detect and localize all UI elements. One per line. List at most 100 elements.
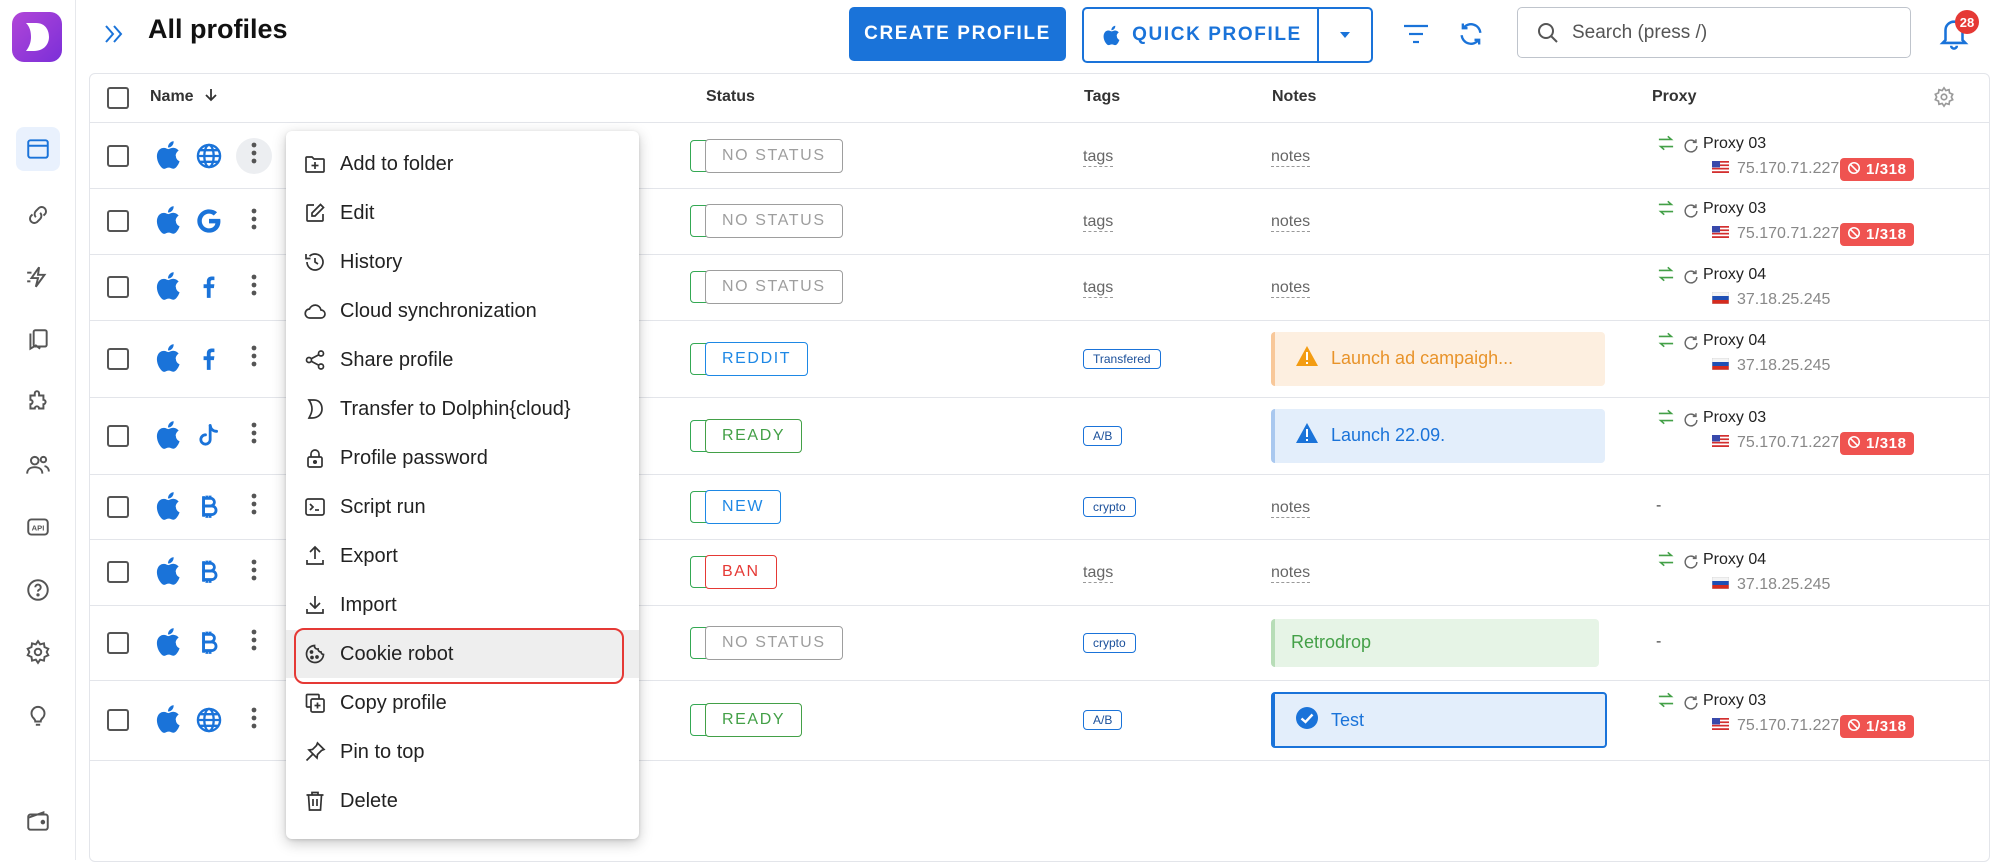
refresh-button[interactable] <box>1455 18 1487 50</box>
row-checkbox[interactable] <box>107 210 129 232</box>
proxy-swap-icon[interactable] <box>1657 692 1675 710</box>
row-menu-button[interactable] <box>236 341 272 377</box>
note-box-success[interactable]: Retrodrop <box>1271 618 1599 667</box>
proxy-rotate-icon[interactable] <box>1682 694 1700 712</box>
quick-profile-button[interactable]: QUICK PROFILE <box>1082 7 1320 63</box>
row-menu-button[interactable] <box>236 702 272 738</box>
lightbulb-icon <box>30 706 46 726</box>
notes-link[interactable]: notes <box>1271 279 1311 298</box>
row-menu-button[interactable] <box>236 554 272 590</box>
note-box-info[interactable]: Launch 22.09. <box>1271 408 1605 463</box>
proxy-swap-icon[interactable] <box>1657 200 1675 218</box>
notes-link[interactable]: notes <box>1271 499 1311 518</box>
column-header-name[interactable]: Name <box>150 88 218 106</box>
status-badge[interactable]: READY <box>705 418 803 453</box>
sidebar-item-help[interactable] <box>16 568 60 612</box>
column-header-proxy[interactable]: Proxy <box>1652 88 1696 106</box>
menu-item-share-profile[interactable]: Share profile <box>286 336 639 384</box>
menu-item-profile-password[interactable]: Profile password <box>286 434 639 482</box>
sidebar-item-bookmarks[interactable] <box>16 318 60 362</box>
note-box-warning[interactable]: Launch ad campaigh... <box>1271 331 1605 386</box>
app-logo[interactable] <box>12 12 62 62</box>
tag-chip[interactable]: Transfered <box>1083 348 1161 369</box>
proxy-swap-icon[interactable] <box>1657 409 1675 427</box>
proxy-swap-icon[interactable] <box>1657 332 1675 350</box>
filter-button[interactable] <box>1400 18 1432 50</box>
status-badge[interactable]: NO STATUS <box>705 138 843 173</box>
column-header-tags[interactable]: Tags <box>1084 88 1120 106</box>
sidebar-item-tips[interactable] <box>16 693 60 737</box>
menu-item-delete[interactable]: Delete <box>286 777 639 825</box>
row-menu-button[interactable] <box>236 625 272 661</box>
sidebar-item-profiles[interactable] <box>16 127 60 171</box>
row-checkbox[interactable] <box>107 347 129 370</box>
tags-link[interactable]: tags <box>1083 564 1114 583</box>
tag-chip[interactable]: crypto <box>1083 632 1136 653</box>
proxy-rotate-icon[interactable] <box>1682 553 1700 571</box>
proxy-swap-icon[interactable] <box>1657 135 1675 153</box>
column-header-notes[interactable]: Notes <box>1272 88 1316 106</box>
row-menu-button[interactable] <box>236 489 272 525</box>
sidebar-item-settings[interactable] <box>16 630 60 674</box>
row-checkbox[interactable] <box>107 424 129 447</box>
sidebar-item-extensions[interactable] <box>16 380 60 424</box>
column-header-status[interactable]: Status <box>706 88 755 106</box>
status-badge[interactable]: NO STATUS <box>705 625 843 660</box>
sidebar-item-links[interactable] <box>16 193 60 237</box>
tags-link[interactable]: tags <box>1083 148 1114 167</box>
sidebar-item-wallet[interactable] <box>16 799 60 843</box>
row-checkbox[interactable] <box>107 495 129 518</box>
sidebar-item-automation[interactable] <box>16 255 60 299</box>
search-input[interactable] <box>1570 20 1874 45</box>
proxy-rotate-icon[interactable] <box>1682 334 1700 352</box>
status-badge[interactable]: READY <box>705 703 803 737</box>
proxy-rotate-icon[interactable] <box>1682 411 1700 429</box>
menu-item-import[interactable]: Import <box>286 581 639 629</box>
menu-item-pin-to-top[interactable]: Pin to top <box>286 728 639 776</box>
row-checkbox[interactable] <box>107 561 129 583</box>
row-menu-button[interactable] <box>236 137 272 174</box>
menu-item-script-run[interactable]: Script run <box>286 483 639 531</box>
notes-link[interactable]: notes <box>1271 213 1311 232</box>
quick-profile-dropdown-button[interactable] <box>1317 7 1373 63</box>
create-profile-button[interactable]: CREATE PROFILE <box>849 7 1066 61</box>
row-checkbox[interactable] <box>107 276 129 298</box>
row-checkbox[interactable] <box>107 631 129 654</box>
expand-sidebar-button[interactable] <box>100 18 128 50</box>
menu-item-add-to-folder[interactable]: Add to folder <box>286 140 639 188</box>
status-badge[interactable]: NO STATUS <box>705 204 843 238</box>
menu-item-transfer-to-dolphin-cloud[interactable]: Transfer to Dolphin{cloud} <box>286 385 639 433</box>
note-box-check[interactable]: Test <box>1271 692 1607 748</box>
menu-item-copy-profile[interactable]: Copy profile <box>286 679 639 727</box>
sidebar-item-users[interactable] <box>16 443 60 487</box>
status-badge[interactable]: REDDIT <box>705 341 809 376</box>
tag-chip[interactable]: A/B <box>1083 710 1123 730</box>
select-all-checkbox[interactable] <box>107 87 129 109</box>
tags-link[interactable]: tags <box>1083 213 1114 232</box>
status-badge[interactable]: NEW <box>705 489 782 524</box>
row-checkbox[interactable] <box>107 709 129 731</box>
tag-chip[interactable]: crypto <box>1083 496 1136 517</box>
menu-item-history[interactable]: History <box>286 238 639 286</box>
sidebar-item-api[interactable]: API <box>16 505 60 549</box>
proxy-rotate-icon[interactable] <box>1682 137 1700 155</box>
row-checkbox[interactable] <box>107 144 129 167</box>
notes-link[interactable]: notes <box>1271 564 1311 583</box>
search-box[interactable] <box>1517 7 1911 58</box>
column-settings-gear-icon[interactable] <box>1933 86 1955 108</box>
menu-item-edit[interactable]: Edit <box>286 189 639 237</box>
notes-link[interactable]: notes <box>1271 148 1311 167</box>
tags-link[interactable]: tags <box>1083 279 1114 298</box>
proxy-rotate-icon[interactable] <box>1682 202 1700 220</box>
row-menu-button[interactable] <box>236 418 272 454</box>
tag-chip[interactable]: A/B <box>1083 425 1123 446</box>
status-badge[interactable]: NO STATUS <box>705 270 843 304</box>
menu-item-cloud-synchronization[interactable]: Cloud synchronization <box>286 287 639 335</box>
proxy-swap-icon[interactable] <box>1657 266 1675 284</box>
row-menu-button[interactable] <box>236 269 272 305</box>
proxy-rotate-icon[interactable] <box>1682 268 1700 286</box>
menu-item-export[interactable]: Export <box>286 532 639 580</box>
row-menu-button[interactable] <box>236 203 272 239</box>
proxy-swap-icon[interactable] <box>1657 551 1675 569</box>
status-badge[interactable]: BAN <box>705 555 777 589</box>
